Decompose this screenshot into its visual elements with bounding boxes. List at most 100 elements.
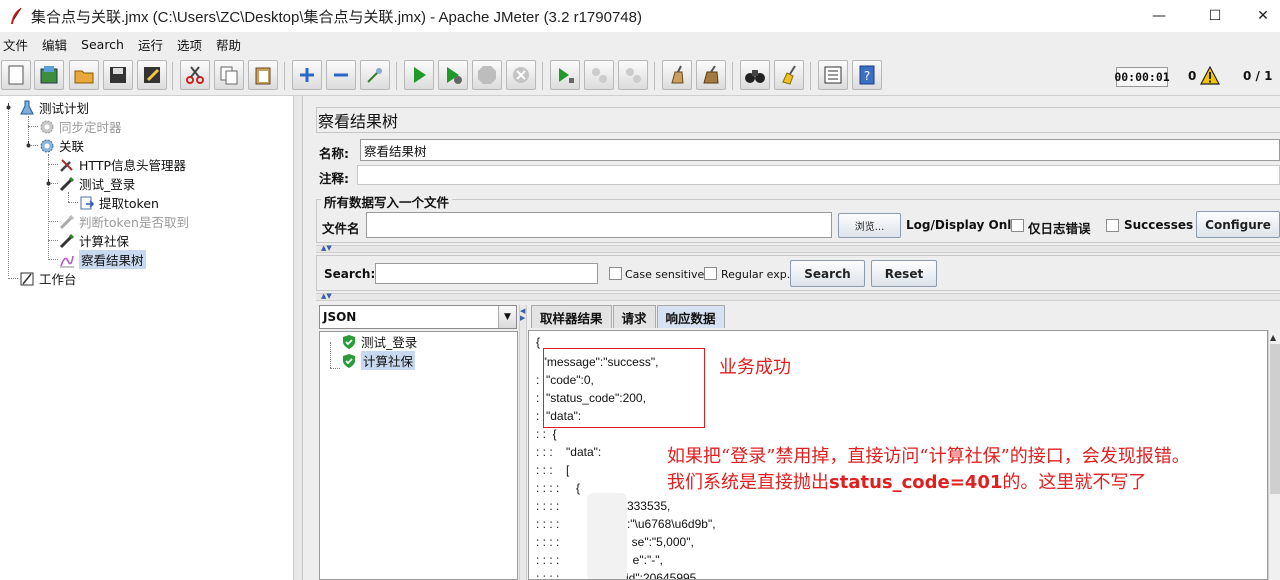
filename-label: 文件名 bbox=[322, 221, 360, 236]
function-helper-button[interactable] bbox=[818, 60, 848, 90]
clear-button[interactable] bbox=[662, 60, 692, 90]
svg-text:?: ? bbox=[864, 69, 870, 83]
search-label: Search: bbox=[324, 267, 376, 281]
comment-input[interactable] bbox=[357, 165, 1280, 185]
annotation-note-line2: 我们系统是直接抛出status_code=401的。这里就不写了 bbox=[667, 468, 1146, 494]
jmeter-feather-icon bbox=[11, 7, 22, 24]
annotation-note-part: 的。这里就不写了 bbox=[1002, 472, 1147, 493]
remote-stop-icon bbox=[592, 68, 607, 83]
remote-shutdown-button[interactable] bbox=[618, 60, 648, 90]
reset-search-button[interactable] bbox=[774, 60, 804, 90]
menu-search[interactable]: Search bbox=[78, 37, 128, 52]
save-icon bbox=[110, 67, 126, 83]
remote-start-button[interactable] bbox=[550, 60, 580, 90]
tree-item-label: 同步定时器 bbox=[59, 120, 122, 135]
toggle-wand-icon bbox=[367, 68, 382, 83]
horizontal-splitter-bottom[interactable] bbox=[316, 293, 1280, 301]
sample-item-login[interactable]: 测试_登录 bbox=[340, 332, 417, 351]
workbench-icon bbox=[18, 270, 36, 288]
tree-item-login-sampler[interactable]: 测试_登录 bbox=[58, 174, 135, 193]
tab-request[interactable]: 请求 bbox=[612, 305, 656, 328]
regular-exp-checkbox[interactable] bbox=[704, 267, 717, 280]
sample-item-label: 计算社保 bbox=[361, 351, 416, 370]
case-sensitive-checkbox[interactable] bbox=[609, 267, 622, 280]
horizontal-splitter-top[interactable] bbox=[316, 245, 1280, 253]
tree-item-header-manager[interactable]: HTTP信息头管理器 bbox=[58, 155, 186, 174]
help-button[interactable]: ? bbox=[852, 60, 882, 90]
renderer-select[interactable]: JSON ▼ bbox=[319, 305, 517, 329]
warning-icon[interactable] bbox=[1200, 66, 1220, 86]
search-button[interactable]: Search bbox=[790, 260, 865, 287]
browse-button[interactable]: 浏览... bbox=[838, 213, 901, 238]
tree-item-calc-social-security[interactable]: 计算社保 bbox=[58, 231, 129, 250]
tree-item-label: 关联 bbox=[59, 139, 85, 154]
json-line: : : { bbox=[536, 427, 557, 441]
tree-item-thread-group[interactable]: 关联 bbox=[38, 136, 84, 155]
menu-options[interactable]: 选项 bbox=[174, 35, 206, 54]
copy-button[interactable] bbox=[214, 60, 244, 90]
start-button[interactable] bbox=[404, 60, 434, 90]
tree-item-extract-token[interactable]: 提取token bbox=[78, 193, 159, 212]
tree-item-token-check[interactable]: 判断token是否取到 bbox=[58, 212, 189, 231]
play-nopause-icon bbox=[447, 67, 462, 84]
tree-item-test-plan[interactable]: 测试计划 bbox=[18, 98, 89, 117]
start-no-pauses-button[interactable] bbox=[438, 60, 468, 90]
response-scrollbar[interactable]: ▲ bbox=[1268, 330, 1280, 580]
reset-button[interactable]: Reset bbox=[871, 260, 937, 287]
maximize-button[interactable]: ☐ bbox=[1192, 0, 1238, 32]
tree-item-workbench[interactable]: 工作台 bbox=[18, 269, 77, 288]
filename-input[interactable] bbox=[366, 212, 832, 238]
configure-button[interactable]: Configure bbox=[1196, 211, 1280, 238]
tree-splitter[interactable] bbox=[293, 96, 303, 580]
search-input[interactable] bbox=[375, 263, 598, 284]
save-as-button[interactable] bbox=[137, 60, 167, 90]
save-button[interactable] bbox=[103, 60, 133, 90]
minimize-button[interactable]: — bbox=[1136, 0, 1182, 32]
tree-item-view-results-tree[interactable]: 察看结果树 bbox=[58, 250, 146, 269]
tab-response-data[interactable]: 响应数据 bbox=[656, 305, 725, 328]
new-button[interactable] bbox=[1, 60, 31, 90]
chevron-down-icon[interactable]: ▼ bbox=[498, 306, 516, 328]
tab-sampler-result[interactable]: 取样器结果 bbox=[531, 305, 612, 328]
vertical-splitter[interactable] bbox=[519, 305, 527, 580]
stop-button[interactable] bbox=[472, 60, 502, 90]
paste-icon bbox=[255, 67, 271, 85]
pipette-icon bbox=[58, 213, 76, 231]
splitter-arrows[interactable]: ▲▼ bbox=[321, 293, 332, 300]
sample-item-calc[interactable]: 计算社保 bbox=[340, 351, 416, 370]
tree-item-label: 测试_登录 bbox=[79, 177, 136, 192]
close-button[interactable]: ✕ bbox=[1240, 0, 1280, 32]
toggle-button[interactable] bbox=[360, 60, 390, 90]
scroll-thumb[interactable] bbox=[1270, 344, 1280, 494]
remote-play-icon bbox=[559, 68, 574, 83]
tree-item-sync-timer[interactable]: 同步定时器 bbox=[38, 117, 122, 136]
paste-button[interactable] bbox=[248, 60, 278, 90]
menu-run[interactable]: 运行 bbox=[135, 35, 167, 54]
cut-button[interactable] bbox=[180, 60, 210, 90]
pipette-icon bbox=[58, 232, 76, 250]
name-input[interactable]: 察看结果树 bbox=[360, 139, 1280, 161]
collapse-handle-test-plan[interactable] bbox=[4, 103, 13, 112]
search-tree-button[interactable] bbox=[740, 60, 770, 90]
tree-item-label: 工作台 bbox=[39, 272, 77, 287]
open-button[interactable] bbox=[69, 60, 99, 90]
remote-stop-button[interactable] bbox=[584, 60, 614, 90]
splitter-arrows[interactable]: ◀ ▶ bbox=[520, 308, 526, 322]
menu-help[interactable]: 帮助 bbox=[213, 35, 245, 54]
open-folder-icon bbox=[74, 70, 94, 84]
templates-button[interactable] bbox=[34, 60, 64, 90]
shutdown-button[interactable] bbox=[506, 60, 536, 90]
errors-only-checkbox[interactable] bbox=[1011, 219, 1024, 232]
scroll-up-icon[interactable]: ▲ bbox=[1270, 333, 1276, 342]
collapse-all-button[interactable] bbox=[326, 60, 356, 90]
menu-edit[interactable]: 编辑 bbox=[39, 35, 71, 54]
binoculars-icon bbox=[745, 70, 765, 83]
menu-file[interactable]: 文件 bbox=[0, 35, 32, 54]
clear-all-button[interactable] bbox=[696, 60, 726, 90]
collapse-handle-login[interactable] bbox=[44, 179, 53, 188]
successes-checkbox[interactable] bbox=[1106, 219, 1119, 232]
expand-all-button[interactable] bbox=[292, 60, 322, 90]
collapse-handle-thread-group[interactable] bbox=[24, 141, 33, 150]
splitter-arrows[interactable]: ▲▼ bbox=[321, 245, 332, 252]
pipette-icon bbox=[58, 175, 76, 193]
